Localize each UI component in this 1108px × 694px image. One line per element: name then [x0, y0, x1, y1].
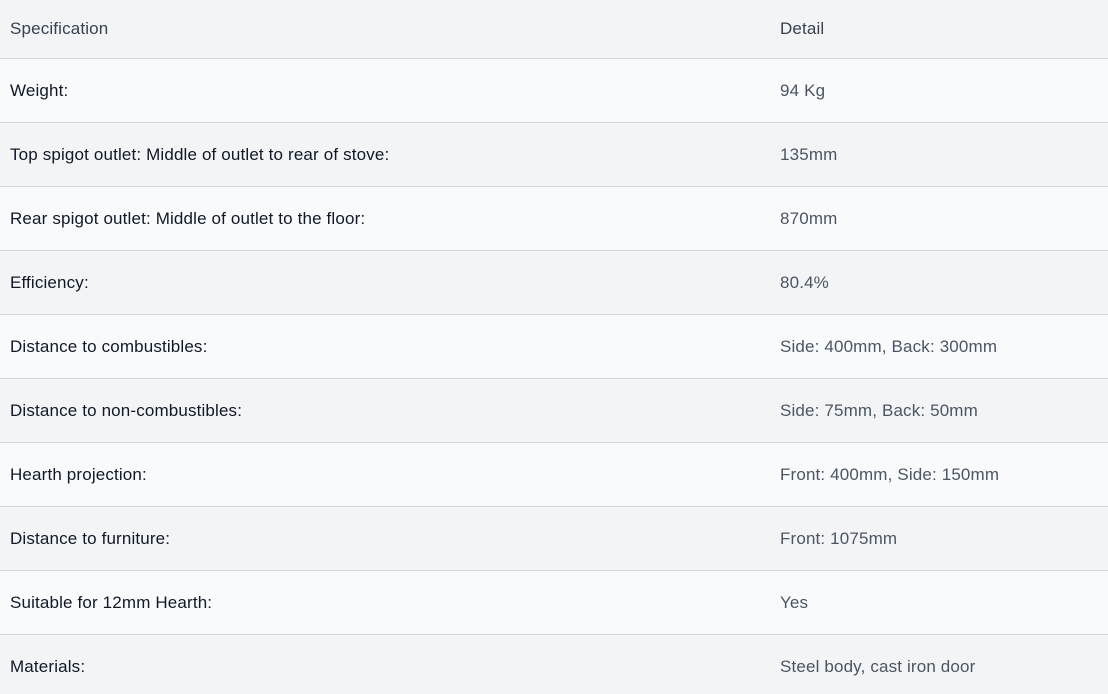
spec-label: Distance to combustibles:	[0, 314, 770, 379]
table-row: Top spigot outlet: Middle of outlet to r…	[0, 122, 1108, 187]
table-row: Distance to non-combustibles: Side: 75mm…	[0, 378, 1108, 443]
table-row: Suitable for 12mm Hearth: Yes	[0, 570, 1108, 635]
spec-value: Steel body, cast iron door	[770, 634, 1108, 694]
spec-value: 94 Kg	[770, 58, 1108, 123]
spec-value: Yes	[770, 570, 1108, 635]
spec-value: 870mm	[770, 186, 1108, 251]
spec-value: 135mm	[770, 122, 1108, 187]
spec-value: Front: 1075mm	[770, 506, 1108, 571]
header-row: Specification Detail	[0, 0, 1108, 59]
spec-value: Side: 75mm, Back: 50mm	[770, 378, 1108, 443]
table-row: Distance to furniture: Front: 1075mm	[0, 506, 1108, 571]
spec-label: Hearth projection:	[0, 442, 770, 507]
spec-label: Weight:	[0, 58, 770, 123]
spec-label: Rear spigot outlet: Middle of outlet to …	[0, 186, 770, 251]
header-specification: Specification	[0, 0, 770, 59]
header-detail: Detail	[770, 0, 1108, 59]
spec-label: Top spigot outlet: Middle of outlet to r…	[0, 122, 770, 187]
spec-value: Side: 400mm, Back: 300mm	[770, 314, 1108, 379]
spec-label: Distance to furniture:	[0, 506, 770, 571]
table-row: Materials: Steel body, cast iron door	[0, 634, 1108, 694]
specification-table: Specification Detail Weight: 94 Kg Top s…	[0, 0, 1108, 694]
spec-label: Materials:	[0, 634, 770, 694]
spec-value: Front: 400mm, Side: 150mm	[770, 442, 1108, 507]
table-header: Specification Detail	[0, 0, 1108, 59]
table-row: Efficiency: 80.4%	[0, 250, 1108, 315]
table-body: Weight: 94 Kg Top spigot outlet: Middle …	[0, 58, 1108, 694]
table-row: Weight: 94 Kg	[0, 58, 1108, 123]
table-row: Hearth projection: Front: 400mm, Side: 1…	[0, 442, 1108, 507]
spec-value: 80.4%	[770, 250, 1108, 315]
spec-label: Distance to non-combustibles:	[0, 378, 770, 443]
spec-label: Suitable for 12mm Hearth:	[0, 570, 770, 635]
table-row: Rear spigot outlet: Middle of outlet to …	[0, 186, 1108, 251]
spec-label: Efficiency:	[0, 250, 770, 315]
table-row: Distance to combustibles: Side: 400mm, B…	[0, 314, 1108, 379]
